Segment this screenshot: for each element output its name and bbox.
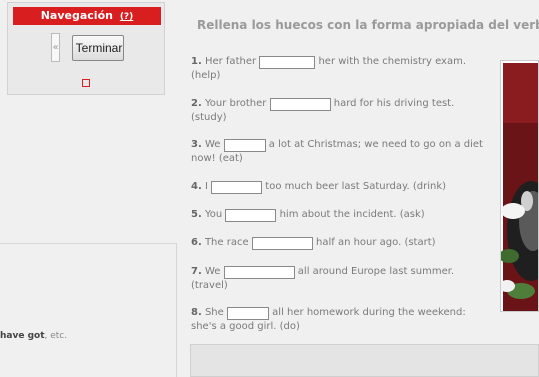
answer-input-6[interactable] [251,237,313,250]
left-note-rest: , etc. [44,331,68,341]
question-number: 2. [191,98,202,109]
question-marker[interactable] [82,79,90,87]
question-number: 1. [191,56,202,67]
answer-input-8[interactable] [226,307,269,320]
left-info-panel [0,243,177,377]
answer-input-5[interactable] [225,209,277,222]
exercise-picture [500,60,539,312]
question-text-before: Her father [204,56,257,67]
question-text-after: too much beer last Saturday. (drink) [265,181,447,192]
question-text-before: She [204,307,224,318]
navigation-help-link[interactable]: (?) [120,12,133,22]
answer-input-4[interactable] [211,181,263,194]
left-note: have got, etc. [0,331,67,341]
question-7: 7. We all around Europe last summer. (tr… [191,265,491,293]
question-1: 1. Her father her with the chemistry exa… [191,55,491,83]
food-photo-image [501,63,538,311]
question-number: 3. [191,139,202,150]
question-text-before: I [204,181,208,192]
question-text-after: him about the incident. (ask) [279,209,425,220]
question-number: 8. [191,307,202,318]
left-note-bold: have got [0,331,45,341]
question-number: 7. [191,266,202,277]
answer-input-1[interactable] [259,56,316,69]
question-text-before: The race [204,237,249,248]
bottom-panel [190,344,539,377]
answer-input-7[interactable] [223,266,295,279]
previous-button[interactable]: « [51,33,60,62]
question-number: 5. [191,209,202,220]
question-text-before: We [204,266,221,277]
exercise-heading: Rellena los huecos con la forma apropiad… [197,18,539,32]
question-text-before: You [204,209,223,220]
question-number: 4. [191,181,202,192]
question-3: 3. We a lot at Christmas; we need to go … [191,138,491,166]
finish-button[interactable]: Terminar [72,35,124,61]
answer-input-3[interactable] [223,139,266,152]
question-text-before: We [204,139,221,150]
navigation-panel: Navegación (?) « Terminar [7,2,165,95]
question-4: 4. I too much beer last Saturday. (drink… [191,180,491,194]
question-text-after: half an hour ago. (start) [316,237,436,248]
question-2: 2. Your brother hard for his driving tes… [191,97,491,125]
question-6: 6. The race half an hour ago. (start) [191,236,491,250]
question-text-before: Your brother [204,98,267,109]
navigation-title: Navegación [40,9,113,22]
question-number: 6. [191,237,202,248]
question-8: 8. She all her homework during the weeke… [191,306,491,334]
answer-input-2[interactable] [269,98,331,111]
question-5: 5. You him about the incident. (ask) [191,208,491,222]
navigation-title-bar: Navegación (?) [13,7,161,25]
